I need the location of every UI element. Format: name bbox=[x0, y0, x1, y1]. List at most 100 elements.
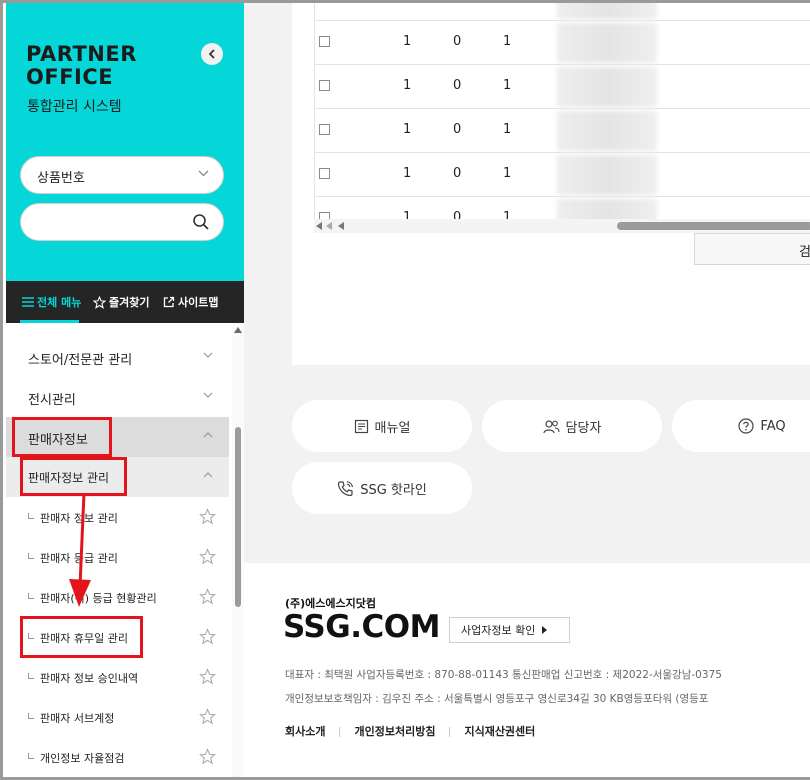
submenu-item-sub-account[interactable]: 판매자 서브계정 bbox=[6, 697, 229, 737]
tree-corner bbox=[28, 513, 34, 519]
submenu-item-seller-approval[interactable]: 판매자 정보 승인내역 bbox=[6, 657, 229, 697]
cell: 0 bbox=[453, 78, 462, 93]
star-icon[interactable] bbox=[199, 668, 216, 685]
faq-button[interactable]: FAQ bbox=[672, 400, 810, 452]
search-type-select[interactable]: 상품번호 bbox=[20, 156, 224, 194]
table-row: 1 0 1 bbox=[314, 65, 810, 109]
contact-button[interactable]: 담당자 bbox=[482, 400, 662, 452]
row-checkbox[interactable] bbox=[319, 36, 330, 47]
manual-button[interactable]: 매뉴얼 bbox=[292, 400, 472, 452]
cell: 0 bbox=[453, 210, 462, 219]
star-icon[interactable] bbox=[199, 548, 216, 565]
phone-icon bbox=[337, 480, 354, 497]
table-row: 1 0 1 bbox=[314, 3, 810, 21]
row-checkbox[interactable] bbox=[319, 212, 330, 219]
red-arrow-icon bbox=[69, 492, 91, 607]
cell: 1 bbox=[503, 122, 512, 137]
tree-corner bbox=[28, 713, 34, 719]
divider bbox=[339, 727, 341, 737]
hamburger-icon bbox=[22, 297, 34, 307]
cell: 1 bbox=[403, 166, 412, 181]
sidebar-scrollbar[interactable] bbox=[232, 323, 244, 777]
footer-link-ip-center[interactable]: 지식재산권센터 bbox=[464, 725, 535, 738]
company-info-line-2: 개인정보보호책임자 : 김우진 주소 : 서울특별시 영등포구 영신로34길 3… bbox=[285, 693, 709, 705]
table-horizontal-scrollbar[interactable] bbox=[314, 219, 810, 233]
blurred-cell bbox=[557, 3, 657, 19]
cell: 1 bbox=[503, 34, 512, 49]
scroll-up-arrow-icon[interactable] bbox=[234, 327, 242, 333]
search-input[interactable] bbox=[37, 212, 187, 227]
highlight-box-seller-holiday bbox=[20, 616, 143, 658]
submenu-label: 판매자 정보 승인내역 bbox=[40, 672, 139, 685]
cell: 0 bbox=[453, 3, 461, 5]
tree-corner bbox=[28, 553, 34, 559]
star-icon[interactable] bbox=[199, 508, 216, 525]
table-action-button-label: 검 bbox=[799, 245, 810, 260]
tab-favorites[interactable]: 즐겨찾기 bbox=[93, 281, 149, 323]
blurred-cell bbox=[557, 23, 657, 63]
footer-link-about[interactable]: 회사소개 bbox=[285, 725, 325, 738]
question-icon bbox=[738, 418, 755, 434]
cell: 1 bbox=[403, 34, 412, 49]
row-checkbox[interactable] bbox=[319, 168, 330, 179]
star-icon[interactable] bbox=[199, 708, 216, 725]
search-field[interactable] bbox=[20, 203, 224, 241]
highlight-box-seller-info bbox=[12, 417, 112, 457]
menu-item-label: 스토어/전문관 관리 bbox=[28, 353, 133, 368]
tab-all-menu[interactable]: 전체 메뉴 bbox=[22, 281, 81, 323]
logo-line-2: OFFICE bbox=[26, 65, 114, 89]
submenu-item-seller-info[interactable]: 판매자 정보 관리 bbox=[6, 497, 229, 537]
external-link-icon bbox=[163, 296, 175, 308]
row-checkbox[interactable] bbox=[319, 80, 330, 91]
logo-line-1: PARTNER bbox=[26, 42, 137, 66]
menu-tab-bar: 전체 메뉴 즐겨찾기 사이트맵 bbox=[6, 281, 244, 323]
ssg-logo: SSG.COM bbox=[283, 609, 440, 645]
search-icon[interactable] bbox=[192, 213, 210, 231]
star-icon bbox=[93, 295, 106, 309]
menu-item-store[interactable]: 스토어/전문관 관리 bbox=[6, 337, 229, 377]
star-icon[interactable] bbox=[199, 588, 216, 605]
blurred-cell bbox=[557, 199, 657, 219]
cell: 0 bbox=[453, 34, 462, 49]
submenu-item-seller-grade-status[interactable]: 판매자(위) 등급 현황관리 bbox=[6, 577, 229, 617]
star-icon[interactable] bbox=[199, 628, 216, 645]
sidebar: PARTNER OFFICE 통합관리 시스템 상품번호 전체 메뉴 즐겨찾기 … bbox=[6, 3, 244, 777]
divider bbox=[449, 727, 451, 737]
submenu-label: 개인정보 자율점검 bbox=[40, 752, 125, 765]
scroll-left-arrow-icon[interactable] bbox=[316, 222, 322, 230]
star-icon[interactable] bbox=[199, 748, 216, 765]
submenu-item-privacy-check[interactable]: 개인정보 자율점검 bbox=[6, 737, 229, 777]
menu-item-label: 전시관리 bbox=[28, 393, 76, 408]
main-content: 1 0 1 1 0 1 1 0 1 1 0 1 1 0 1 검 매뉴얼 담당자 … bbox=[244, 3, 810, 777]
scroll-thumb[interactable] bbox=[617, 222, 810, 230]
chevron-down-icon bbox=[203, 392, 213, 398]
blurred-cell bbox=[557, 67, 657, 107]
table-row: 1 0 1 bbox=[314, 197, 810, 219]
company-info-line-1: 대표자 : 최택원 사업자등록번호 : 870-88-01143 통신판매업 신… bbox=[285, 669, 722, 681]
submenu-item-seller-grade[interactable]: 판매자 등급 관리 bbox=[6, 537, 229, 577]
chevron-up-icon bbox=[203, 432, 213, 438]
cell: 1 bbox=[403, 3, 411, 5]
row-checkbox[interactable] bbox=[319, 124, 330, 135]
screenshot-frame: PARTNER OFFICE 통합관리 시스템 상품번호 전체 메뉴 즐겨찾기 … bbox=[0, 0, 810, 780]
footer-links: 회사소개 개인정보처리방침 지식재산권센터 bbox=[285, 723, 535, 739]
biz-info-label: 사업자정보 확인 bbox=[461, 624, 536, 637]
table-row: 1 0 1 bbox=[314, 109, 810, 153]
cell: 1 bbox=[403, 210, 412, 219]
submenu-label: 판매자 서브계정 bbox=[40, 712, 115, 725]
scroll-thumb[interactable] bbox=[235, 427, 241, 607]
logo-subtitle: 통합관리 시스템 bbox=[27, 99, 122, 115]
cell: 0 bbox=[453, 166, 462, 181]
scroll-left-arrow-icon[interactable] bbox=[338, 222, 344, 230]
scroll-left-arrow-icon[interactable] bbox=[326, 222, 332, 230]
biz-info-button[interactable]: 사업자정보 확인 bbox=[449, 617, 570, 643]
search-type-value: 상품번호 bbox=[37, 171, 85, 186]
cell: 1 bbox=[503, 78, 512, 93]
table-action-button[interactable]: 검 bbox=[694, 233, 810, 265]
sidebar-collapse-button[interactable] bbox=[201, 43, 223, 65]
menu-item-display[interactable]: 전시관리 bbox=[6, 377, 229, 417]
tab-sitemap[interactable]: 사이트맵 bbox=[163, 281, 218, 323]
hotline-button[interactable]: SSG 핫라인 bbox=[292, 462, 472, 514]
contact-label: 담당자 bbox=[565, 420, 602, 436]
footer-link-privacy[interactable]: 개인정보처리방침 bbox=[354, 725, 435, 738]
